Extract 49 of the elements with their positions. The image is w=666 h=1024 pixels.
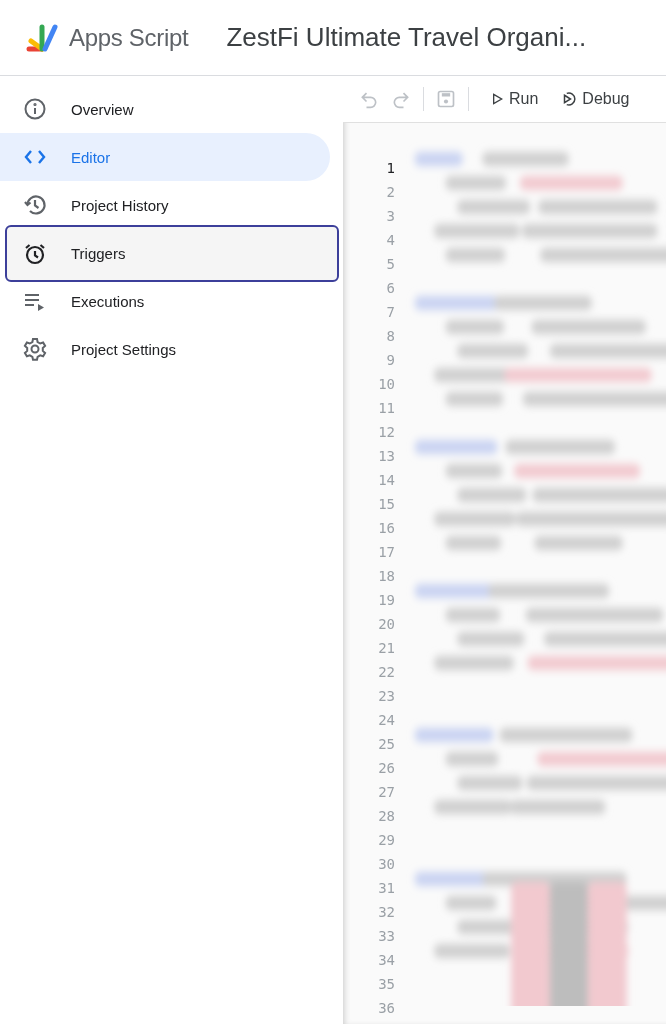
line-number: 2 [385,183,395,202]
line-number: 26 [377,759,395,778]
line-number: 7 [385,303,395,322]
settings-icon [23,337,47,361]
run-button[interactable]: Run [487,90,541,108]
line-number: 31 [377,879,395,898]
line-number: 18 [377,567,395,586]
project-title[interactable]: ZestFi Ultimate Travel Organi... [226,22,587,53]
line-number: 4 [385,231,395,250]
debug-button[interactable]: Debug [558,90,632,108]
line-number: 9 [385,351,395,370]
line-number: 16 [377,519,395,538]
line-number: 36 [377,999,395,1018]
line-number: 6 [385,279,395,298]
history-icon [23,193,47,217]
line-number: 30 [377,855,395,874]
line-number: 8 [385,327,395,346]
line-number: 21 [377,639,395,658]
nav-item[interactable]: Triggers [5,225,339,282]
nav-item[interactable]: Overview [0,85,330,133]
apps-script-logo-icon [25,21,61,54]
line-number: 24 [377,711,395,730]
line-number: 25 [377,735,395,754]
product-name[interactable]: Apps Script [69,23,189,52]
line-number: 13 [377,447,395,466]
line-number: 27 [377,783,395,802]
line-number: 35 [377,975,395,994]
line-number: 22 [377,663,395,682]
line-number: 5 [385,255,395,274]
line-number: 10 [377,375,395,394]
line-number: 1 [385,159,395,178]
line-number: 12 [377,423,395,442]
line-number: 29 [377,831,395,850]
nav-item[interactable]: Project Settings [0,325,330,373]
line-number: 20 [377,615,395,634]
line-number: 19 [377,591,395,610]
line-number: 3 [385,207,395,226]
line-number: 28 [377,807,395,826]
line-number: 15 [377,495,395,514]
line-number: 17 [377,543,395,562]
line-number: 23 [377,687,395,706]
alarm-clock-icon [23,241,47,266]
nav-item[interactable]: Editor [0,133,330,181]
line-number: 14 [377,471,395,490]
line-number: 11 [377,399,395,418]
line-number: 33 [377,927,395,946]
line-number: 32 [377,903,395,922]
line-number: 34 [377,951,395,970]
info-icon [23,97,47,121]
